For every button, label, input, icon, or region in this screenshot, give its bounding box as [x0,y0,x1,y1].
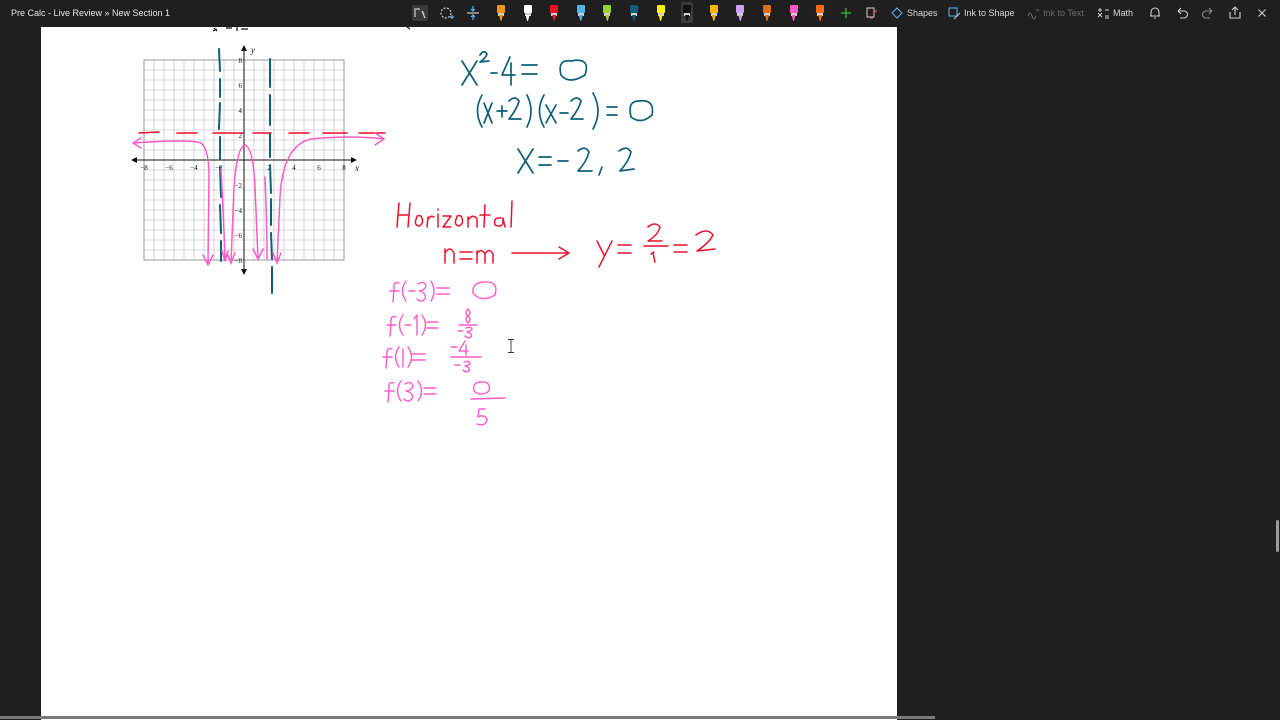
pen-nib [525,15,530,21]
x-tick-label: −4 [190,164,198,172]
ink-layer: x y −8 −6 −4 −2 2 4 6 8 8642−2−4−6−8 [131,27,716,426]
pen-nib [818,15,823,21]
horizontal-asymptote-notes: y = 2/1 = 2 --> [396,200,716,268]
pen-lime-icon[interactable] [601,2,613,23]
ink-to-shape-label: Ink to Shape [964,8,1015,18]
shapes-icon [891,6,903,19]
function-evaluations [382,280,506,426]
pen-orange-icon[interactable] [495,2,507,23]
y-tick-label: −2 [235,182,243,190]
shapes-label: Shapes [907,8,938,18]
y-tick-label: 4 [239,107,243,115]
x-tick-label: −8 [140,164,148,172]
x-tick-label: 4 [292,164,296,172]
math-icon [1097,7,1109,18]
pen-nib [765,15,769,21]
share-icon[interactable] [1227,5,1243,21]
note-canvas[interactable]: x y −8 −6 −4 −2 2 4 6 8 8 6 4 2 −2 −4 −6 −8 [41,27,897,720]
bell-icon[interactable] [1147,5,1163,21]
ink-to-text-label: Ink to Text [1043,8,1084,18]
x-tick-label: −6 [165,164,173,172]
horizontal-scrollbar[interactable] [0,716,935,719]
pen-nib [632,15,636,21]
ink-replay-icon[interactable] [864,5,880,21]
ink-to-shape-icon [948,7,961,19]
pen-cap [550,5,559,13]
equation-factor [461,50,654,176]
horizontal-asymptote [138,131,386,134]
function-curve [132,132,386,267]
pen-nib [685,15,690,21]
text-cursor-icon [508,339,514,353]
shapes-button[interactable]: Shapes [891,5,938,21]
ink-to-text-button[interactable]: Ink to Text [1027,5,1084,21]
ink-to-shape-button[interactable]: Ink to Shape [948,5,1015,21]
pen-cap [630,5,638,13]
window-title: Pre Calc - Live Review » New Section 1 [11,8,171,18]
cutoff-ink-top [212,27,411,32]
pen-light-blue-icon[interactable] [575,2,587,23]
graph-grid: x y −8 −6 −4 −2 2 4 6 8 8642−2−4−6−8 [131,45,359,275]
pen-cap [816,5,825,13]
pen-cap [763,5,771,13]
pen-lavender-icon[interactable] [734,2,746,23]
y-tick-label: 6 [239,82,243,90]
pen-dark-orange-icon[interactable] [761,2,773,23]
undo-icon[interactable] [1174,5,1190,21]
pen-cap [603,5,612,13]
pen-red-icon[interactable] [548,2,560,23]
math-button[interactable]: Math [1097,5,1133,21]
x-tick-label: 8 [342,164,346,172]
redo-icon[interactable] [1200,5,1216,21]
pen-nib [738,15,743,21]
x-axis-label: x [354,163,359,173]
lasso-select-icon[interactable] [412,5,428,21]
pen-gold-icon[interactable] [708,2,720,23]
pen-nib [578,15,583,21]
pen-cap [683,5,692,13]
vertical-scrollbar[interactable] [1276,520,1279,552]
pen-cap [789,5,798,13]
math-label: Math [1113,8,1134,18]
more-icon[interactable] [1254,5,1270,21]
pen-teal-icon[interactable] [628,2,640,23]
pen-orange-red-icon[interactable] [814,2,826,23]
pen-nib [791,15,796,21]
pen-nib [552,15,557,21]
pen-cap [736,5,745,13]
pen-nib [499,15,503,21]
pen-cap [523,5,532,13]
y-tick-label: 8 [239,57,243,65]
titlebar: Pre Calc - Live Review » New Section 1 S… [0,0,1280,27]
y-tick-label: −4 [235,207,243,215]
x-tick-label: 6 [317,164,321,172]
pen-black-icon[interactable] [681,2,694,23]
pen-cap [656,5,665,13]
pen-nib [658,15,663,21]
y-axis-label: y [250,45,255,55]
pen-pink-icon[interactable] [788,2,800,23]
pen-yellow-highlighter-icon[interactable] [655,2,667,23]
ink-to-text-icon [1027,9,1039,19]
pen-cap [576,5,585,13]
pen-nib [711,15,716,21]
y-tick-label: −8 [235,257,243,265]
y-tick-label: −6 [235,232,243,240]
add-pen-icon[interactable] [838,5,854,21]
pen-nib [605,15,610,21]
pen-cap [497,5,505,13]
insert-space-icon[interactable] [465,5,481,21]
pen-white-icon[interactable] [522,2,534,23]
lasso-add-icon[interactable] [439,5,455,21]
pen-cap [709,5,718,13]
